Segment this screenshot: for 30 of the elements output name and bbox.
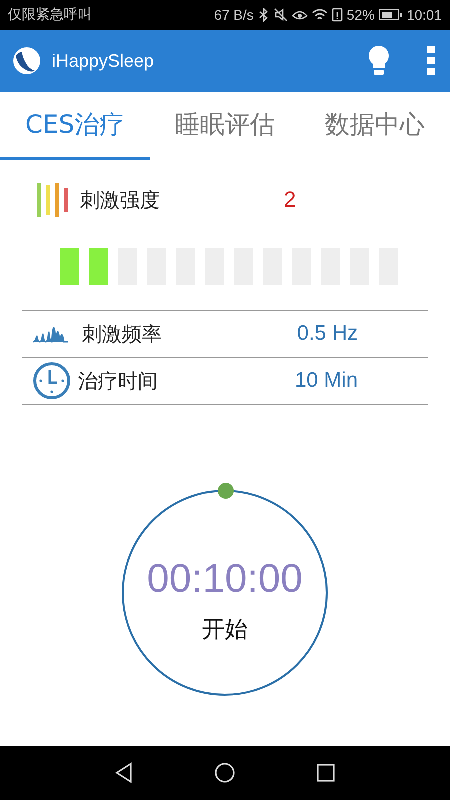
battery-percent: 52% [346, 7, 375, 23]
setting-value[interactable]: 10 Min [294, 369, 358, 393]
intensity-label: 刺激强度 [80, 186, 160, 214]
intensity-value: 2 [284, 187, 296, 213]
tab[interactable]: 睡眠评估 [150, 92, 300, 160]
setting-label: 治疗时间 [78, 368, 158, 394]
timer-display: 00:10:00 [147, 557, 303, 602]
tab[interactable]: CES治疗 [0, 92, 150, 160]
back-icon[interactable] [114, 762, 134, 784]
wifi-icon [312, 8, 328, 22]
start-button[interactable]: 开始 [202, 614, 248, 645]
sim-icon [332, 8, 343, 22]
menu-icon[interactable] [426, 46, 436, 76]
recents-icon[interactable] [316, 763, 336, 783]
mute-icon [274, 8, 288, 22]
network-speed: 67 B/s [214, 7, 254, 23]
bluetooth-icon [258, 8, 270, 22]
app-title: iHappySleep [52, 50, 154, 72]
intensity-bars-icon [36, 183, 70, 217]
progress-handle[interactable] [218, 483, 234, 499]
battery-icon [378, 9, 403, 21]
tab[interactable]: 数据中心 [300, 92, 450, 160]
setting-label: 刺激频率 [82, 320, 162, 348]
home-icon[interactable] [214, 762, 236, 784]
clock-time: 10:01 [406, 7, 442, 23]
clock-icon [32, 361, 72, 401]
light-bulb-icon[interactable] [368, 45, 390, 77]
setting-value[interactable]: 0.5 Hz [297, 322, 358, 346]
carrier-text: 仅限紧急呼叫 [8, 6, 92, 24]
app-logo-icon [12, 46, 42, 76]
